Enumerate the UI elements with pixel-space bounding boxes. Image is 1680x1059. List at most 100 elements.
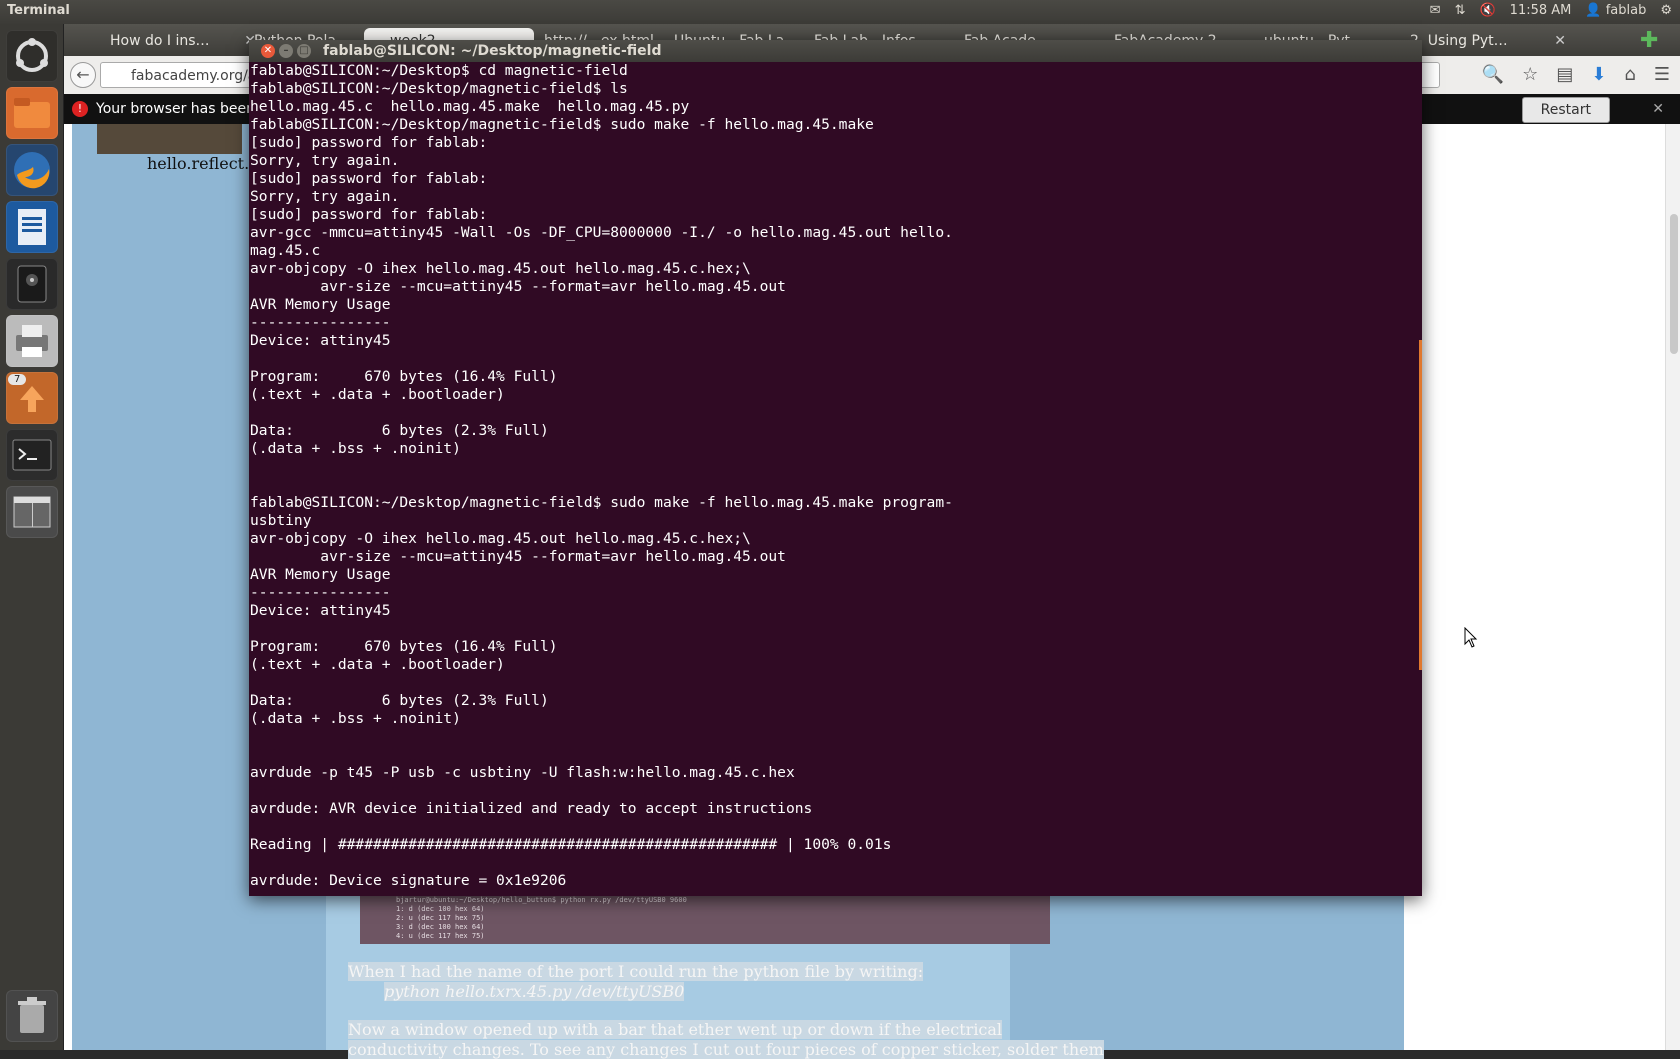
volume-muted-icon[interactable]: 🔇 xyxy=(1479,3,1495,18)
bookmark-star-icon[interactable]: ☆ xyxy=(1522,64,1538,85)
close-icon[interactable]: ✕ xyxy=(1554,28,1566,54)
shot-line: 3: d (dec 100 hex 64) xyxy=(396,923,485,931)
close-icon[interactable]: ✕ xyxy=(1652,94,1664,124)
page-screenshot-image: bjartur@ubuntu:~/Desktop/hello_button$ p… xyxy=(360,896,1050,944)
terminal-line: [sudo] password for fablab: xyxy=(250,206,488,223)
page-scrollbar[interactable] xyxy=(1665,124,1680,1050)
shot-line: 2: u (dec 117 hex 75) xyxy=(396,914,485,922)
tab-label: How do I ins… xyxy=(110,33,210,49)
terminal-line: Program: 670 bytes (16.4% Full) xyxy=(250,368,558,385)
search-icon[interactable]: 🔍 xyxy=(1482,64,1504,85)
network-icon[interactable]: ⇅ xyxy=(1455,3,1466,18)
home-icon[interactable]: ⌂ xyxy=(1624,64,1635,85)
alert-icon: ! xyxy=(72,101,88,117)
clock[interactable]: 11:58 AM xyxy=(1510,3,1572,18)
download-icon[interactable]: ⬇ xyxy=(1591,64,1606,85)
tab-label: 2. Using Pyt… xyxy=(1410,33,1508,49)
top-panel: Terminal ✉ ⇅ 🔇 11:58 AM 👤 fablab ⚙ xyxy=(0,0,1680,24)
terminal-title: fablab@SILICON: ~/Desktop/magnetic-field xyxy=(323,43,662,59)
shot-line: 4: u (dec 117 hex 75) xyxy=(396,932,485,940)
terminal-line: avr-gcc -mmcu=attiny45 -Wall -Os -DF_CPU… xyxy=(250,224,953,241)
minimize-icon[interactable]: – xyxy=(279,44,293,58)
terminal-line: Data: 6 bytes (2.3% Full) xyxy=(250,692,549,709)
user-icon: 👤 xyxy=(1585,3,1602,18)
terminal-line: Sorry, try again. xyxy=(250,152,400,169)
terminal-line: AVR Memory Usage xyxy=(250,296,391,313)
terminal-line: fablab@SILICON:~/Desktop$ cd magnetic-fi… xyxy=(250,62,628,79)
terminal-line: Program: 670 bytes (16.4% Full) xyxy=(250,638,558,655)
ubuntu-dash-icon[interactable] xyxy=(6,30,58,82)
workspaces-icon[interactable] xyxy=(6,486,58,538)
terminal-line: (.text + .data + .bootloader) xyxy=(250,656,505,673)
terminal-line: avrdude: AVR device initialized and read… xyxy=(250,800,813,817)
terminal-line: avr-size --mcu=attiny45 --format=avr hel… xyxy=(250,278,786,295)
reading-list-icon[interactable]: ▤ xyxy=(1556,64,1573,85)
back-button[interactable]: ← xyxy=(70,62,96,88)
terminal-line: fablab@SILICON:~/Desktop/magnetic-field$… xyxy=(250,80,628,97)
restart-button[interactable]: Restart xyxy=(1521,97,1610,123)
close-icon[interactable]: ✕ xyxy=(261,44,275,58)
terminal-line: [sudo] password for fablab: xyxy=(250,134,488,151)
writer-icon[interactable] xyxy=(6,201,58,253)
terminal-line: avrdude: Device signature = 0x1e9206 xyxy=(250,872,567,889)
window-buttons: ✕ – □ xyxy=(261,44,311,58)
new-tab-icon[interactable]: ✚ xyxy=(1640,28,1658,53)
menu-icon[interactable]: ☰ xyxy=(1654,64,1670,85)
mouse-cursor-icon xyxy=(1464,627,1478,648)
firefox-icon[interactable] xyxy=(6,144,58,196)
page-paragraph: When I had the name of the port I could … xyxy=(348,962,924,981)
nav-icons: 🔍 ☆ ▤ ⬇ ⌂ ☰ xyxy=(1482,64,1670,85)
page-image xyxy=(97,124,242,154)
terminal-line: ---------------- xyxy=(250,314,391,331)
gear-icon[interactable]: ⚙ xyxy=(1660,3,1672,18)
printer-icon[interactable] xyxy=(6,315,58,367)
terminal-line: Data: 6 bytes (2.3% Full) xyxy=(250,422,549,439)
terminal-line: AVR Memory Usage xyxy=(250,566,391,583)
files-icon[interactable] xyxy=(6,87,58,139)
notification-text: Your browser has been xyxy=(96,101,255,117)
trash-icon[interactable] xyxy=(6,990,58,1042)
terminal-line: hello.mag.45.c hello.mag.45.make hello.m… xyxy=(250,98,690,115)
terminal-line: avr-size --mcu=attiny45 --format=avr hel… xyxy=(250,548,786,565)
scroll-thumb[interactable] xyxy=(1670,214,1678,354)
terminal-output[interactable]: fablab@SILICON:~/Desktop$ cd magnetic-fi… xyxy=(250,62,1412,896)
app-title: Terminal xyxy=(7,3,70,18)
maximize-icon[interactable]: □ xyxy=(297,44,311,58)
mail-icon[interactable]: ✉ xyxy=(1430,3,1441,18)
shot-line: 1: d (dec 100 hex 64) xyxy=(396,905,485,913)
updates-badge: 7 xyxy=(8,374,27,385)
terminal-line: avrdude -p t45 -P usb -c usbtiny -U flas… xyxy=(250,764,795,781)
terminal-line: ---------------- xyxy=(250,584,391,601)
terminal-icon[interactable] xyxy=(6,429,58,481)
terminal-line: fablab@SILICON:~/Desktop/magnetic-field$… xyxy=(250,494,953,511)
terminal-line: fablab@SILICON:~/Desktop/magnetic-field$… xyxy=(250,116,874,133)
terminal-line: avr-objcopy -O ihex hello.mag.45.out hel… xyxy=(250,260,751,277)
terminal-window[interactable]: ✕ – □ fablab@SILICON: ~/Desktop/magnetic… xyxy=(249,40,1422,896)
updates-icon[interactable]: 7 xyxy=(6,372,58,424)
terminal-line: mag.45.c xyxy=(250,242,321,259)
user-name: fablab xyxy=(1605,3,1647,18)
page-paragraph: Now a window opened up with a bar that e… xyxy=(348,1020,1003,1039)
terminal-line: Device: attiny45 xyxy=(250,602,391,619)
terminal-line: (.data + .bss + .noinit) xyxy=(250,440,461,457)
terminal-line: usbtiny xyxy=(250,512,312,529)
shot-line: bjartur@ubuntu:~/Desktop/hello_button$ p… xyxy=(396,896,687,904)
terminal-scrollbar[interactable] xyxy=(1419,340,1422,670)
terminal-line: Sorry, try again. xyxy=(250,188,400,205)
terminal-line: (.data + .bss + .noinit) xyxy=(250,710,461,727)
system-tray: ✉ ⇅ 🔇 11:58 AM 👤 fablab ⚙ xyxy=(1430,3,1672,18)
user-menu[interactable]: 👤 fablab xyxy=(1585,3,1646,18)
terminal-line: (.text + .data + .bootloader) xyxy=(250,386,505,403)
terminal-titlebar[interactable]: ✕ – □ fablab@SILICON: ~/Desktop/magnetic… xyxy=(249,40,1422,62)
disk-icon[interactable] xyxy=(6,258,58,310)
